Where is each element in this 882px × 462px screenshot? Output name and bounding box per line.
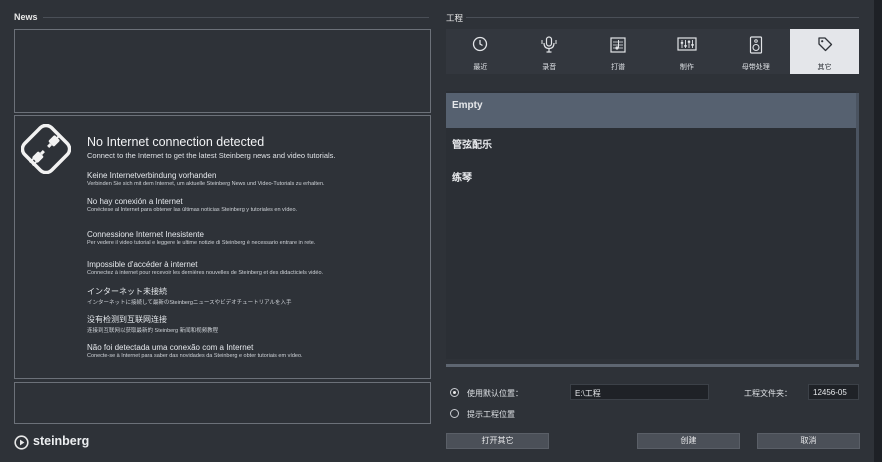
language-item: Connessione Internet Inesistente Per ved… bbox=[87, 230, 315, 246]
category-recording[interactable]: 录音 bbox=[515, 29, 584, 74]
template-list-horizontal-scrollbar[interactable] bbox=[446, 364, 859, 367]
category-label: 制作 bbox=[679, 64, 694, 71]
template-item[interactable]: Empty bbox=[446, 93, 856, 128]
tag-icon bbox=[817, 37, 832, 52]
clock-icon bbox=[473, 36, 488, 52]
project-title: 工程 bbox=[446, 13, 464, 23]
category-label: 其它 bbox=[817, 64, 832, 71]
news-bottom-panel bbox=[14, 382, 431, 424]
steinberg-logo-icon bbox=[14, 435, 29, 450]
notice-heading: No Internet connection detected bbox=[87, 135, 265, 149]
brand-name: steinberg bbox=[33, 434, 90, 448]
category-label: 母带处理 bbox=[741, 64, 770, 71]
mixer-icon bbox=[677, 37, 697, 51]
prompt-location-radio[interactable] bbox=[450, 409, 459, 418]
language-desc: Per vedere il video tutorial e leggere l… bbox=[87, 240, 316, 246]
project-path-field[interactable]: E:\工程 bbox=[570, 384, 709, 400]
template-list-vertical-scrollbar[interactable] bbox=[856, 93, 859, 360]
project-title-rule bbox=[466, 17, 859, 18]
score-icon bbox=[610, 37, 626, 53]
prompt-location-label: 提示工程位置 bbox=[467, 410, 515, 419]
news-top-panel bbox=[14, 29, 431, 113]
category-recent[interactable]: 最近 bbox=[446, 29, 515, 74]
category-production[interactable]: 制作 bbox=[652, 29, 721, 74]
microphone-icon bbox=[541, 36, 557, 53]
category-scoring[interactable]: 打谱 bbox=[584, 29, 653, 74]
language-desc: Conecte-se à Internet para saber das nov… bbox=[87, 353, 303, 359]
category-other[interactable]: 其它 bbox=[790, 29, 859, 74]
language-desc: Connectez à internet pour recevoir les d… bbox=[87, 270, 324, 276]
news-title-rule bbox=[43, 17, 429, 18]
language-title: 没有检测到互联网连接 bbox=[87, 315, 167, 324]
project-folder-field[interactable]: 12456-05 bbox=[808, 384, 859, 400]
open-other-button[interactable]: 打开其它 bbox=[446, 433, 549, 449]
disconnected-plug-icon bbox=[21, 124, 71, 174]
category-label: 打谱 bbox=[611, 64, 626, 71]
language-desc: Conéctese al Internet para obtener las ú… bbox=[87, 207, 298, 213]
language-desc: 连接到互联网以获取最新的 Steinberg 新闻和视频教程 bbox=[87, 328, 219, 334]
template-label: Empty bbox=[452, 100, 483, 111]
category-label: 最近 bbox=[473, 64, 488, 71]
notice-subheading: Connect to the Internet to get the lates… bbox=[87, 151, 336, 160]
language-item: Não foi detectada uma conexão com a Inte… bbox=[87, 343, 303, 359]
language-title: Não foi detectada uma conexão com a Inte… bbox=[87, 343, 254, 352]
language-title: Keine Internetverbindung vorhanden bbox=[87, 171, 217, 180]
news-title: News bbox=[14, 12, 38, 22]
template-label: 管弦配乐 bbox=[452, 140, 492, 151]
language-title: No hay conexión a Internet bbox=[87, 197, 183, 206]
language-item: Keine Internetverbindung vorhanden Verbi… bbox=[87, 171, 325, 187]
speaker-icon bbox=[749, 36, 762, 54]
cancel-button[interactable]: 取消 bbox=[757, 433, 860, 449]
language-title: Impossible d'accéder à internet bbox=[87, 260, 198, 269]
use-default-location-label: 使用默认位置： bbox=[467, 389, 523, 398]
language-item: 没有检测到互联网连接 连接到互联网以获取最新的 Steinberg 新闻和视频教… bbox=[87, 314, 218, 334]
use-default-location-radio[interactable] bbox=[450, 388, 459, 397]
template-label: 练琴 bbox=[452, 173, 472, 184]
template-list: Empty 管弦配乐 练琴 bbox=[446, 91, 856, 359]
create-button[interactable]: 创建 bbox=[637, 433, 740, 449]
category-bar: 最近 录音 打谱 制作 母带处理 其它 bbox=[446, 29, 859, 74]
language-item: インターネット未接続 インターネットに接続して最新のSteinbergニュースや… bbox=[87, 286, 292, 306]
no-internet-notice: No Internet connection detected Connect … bbox=[14, 115, 431, 379]
language-desc: インターネットに接続して最新のSteinbergニュースやビデオチュートリアルを… bbox=[87, 300, 292, 306]
project-folder-label: 工程文件夹： bbox=[744, 389, 792, 398]
window-edge bbox=[874, 0, 882, 462]
language-title: Connessione Internet Inesistente bbox=[87, 230, 204, 239]
template-item[interactable]: 练琴 bbox=[446, 162, 856, 197]
category-mastering[interactable]: 母带处理 bbox=[721, 29, 790, 74]
language-item: No hay conexión a Internet Conéctese al … bbox=[87, 197, 297, 213]
language-item: Impossible d'accéder à internet Connecte… bbox=[87, 260, 323, 276]
template-item[interactable]: 管弦配乐 bbox=[446, 129, 856, 164]
category-label: 录音 bbox=[542, 64, 557, 71]
language-desc: Verbinden Sie sich mit dem Internet, um … bbox=[87, 181, 325, 187]
language-title: インターネット未接続 bbox=[87, 287, 167, 296]
